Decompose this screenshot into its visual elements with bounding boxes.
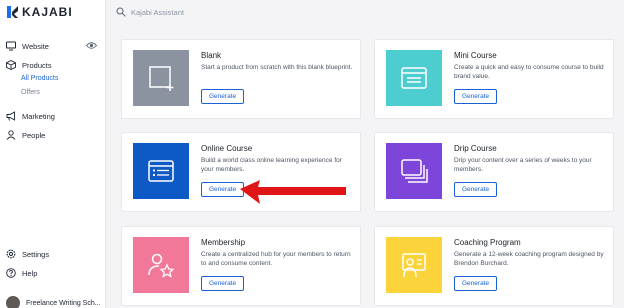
search-icon	[116, 7, 126, 17]
card-title: Membership	[201, 238, 246, 247]
generate-button[interactable]: Generate	[454, 89, 498, 104]
card-thumbnail	[133, 50, 189, 106]
assistant-search[interactable]	[116, 4, 316, 20]
blank-square-plus-icon	[149, 66, 174, 91]
list-window-icon	[401, 67, 427, 89]
card-description: Generate a 12-week coaching program desi…	[454, 251, 604, 267]
product-card-membership: Membership Create a centralized hub for …	[121, 226, 361, 306]
sidebar-item-settings[interactable]: Settings	[6, 249, 49, 259]
sidebar-item-products[interactable]: Products	[6, 60, 52, 70]
person-star-icon	[148, 253, 175, 278]
sidebar-item-marketing[interactable]: Marketing	[6, 111, 55, 121]
product-card-drip-course: Drip Course Drip your content over a ser…	[374, 132, 614, 212]
generate-button[interactable]: Generate	[454, 182, 498, 197]
help-circle-icon	[6, 268, 16, 278]
sidebar-subitem-offers[interactable]: Offers	[21, 89, 40, 96]
sidebar-item-help[interactable]: Help	[6, 268, 37, 278]
monitor-icon	[6, 41, 16, 51]
sidebar-item-label: Products	[22, 60, 52, 70]
sidebar-subitem-all-products[interactable]: All Products	[21, 75, 58, 82]
user-name: Freelance Writing Sch...	[26, 299, 101, 307]
megaphone-icon	[6, 111, 15, 121]
gear-icon	[6, 249, 16, 259]
sidebar-item-label: People	[22, 130, 46, 140]
card-description: Start a product from scratch with this b…	[201, 64, 353, 71]
card-description: Create a quick and easy to consume cours…	[454, 64, 604, 80]
card-thumbnail	[133, 143, 189, 199]
course-window-icon	[148, 160, 174, 182]
card-title: Drip Course	[454, 144, 497, 153]
sidebar-item-label: Marketing	[22, 111, 55, 121]
presenter-board-icon	[402, 253, 426, 278]
kajabi-logo-icon	[7, 6, 18, 18]
card-thumbnail	[386, 237, 442, 293]
card-title: Mini Course	[454, 51, 497, 60]
sidebar-item-people[interactable]: People	[6, 130, 45, 140]
generate-button[interactable]: Generate	[454, 276, 498, 291]
card-title: Blank	[201, 51, 222, 60]
sidebar-item-website[interactable]: Website	[6, 41, 49, 51]
generate-button[interactable]: Generate	[201, 89, 245, 104]
card-title: Coaching Program	[454, 238, 521, 247]
sidebar-item-label: Help	[22, 268, 38, 278]
card-title: Online Course	[201, 144, 253, 153]
search-input[interactable]	[131, 7, 301, 17]
product-card-coaching-program: Coaching Program Generate a 12-week coac…	[374, 226, 614, 306]
generate-button[interactable]: Generate	[201, 276, 245, 291]
card-thumbnail	[386, 50, 442, 106]
brand-name: KAJABI	[22, 5, 73, 19]
sidebar: KAJABI Website Products All Products Off…	[0, 0, 106, 308]
card-thumbnail	[386, 143, 442, 199]
eye-icon[interactable]	[86, 41, 97, 50]
sidebar-item-label: Settings	[22, 249, 50, 259]
avatar	[6, 296, 20, 308]
person-icon	[6, 130, 16, 140]
card-description: Drip your content over a series of weeks…	[454, 157, 592, 173]
product-card-blank: Blank Start a product from scratch with …	[121, 39, 361, 119]
box-icon	[6, 60, 16, 70]
card-thumbnail	[133, 237, 189, 293]
card-description: Create a centralized hub for your member…	[201, 251, 351, 267]
annotation-arrow	[240, 180, 346, 204]
stacked-windows-icon	[401, 159, 428, 183]
brand-logo[interactable]: KAJABI	[7, 5, 73, 19]
card-description: Build a world class online learning expe…	[201, 157, 342, 173]
user-account[interactable]: Freelance Writing Sch...	[6, 296, 101, 308]
sidebar-item-label: Website	[22, 41, 49, 51]
product-card-mini-course: Mini Course Create a quick and easy to c…	[374, 39, 614, 119]
